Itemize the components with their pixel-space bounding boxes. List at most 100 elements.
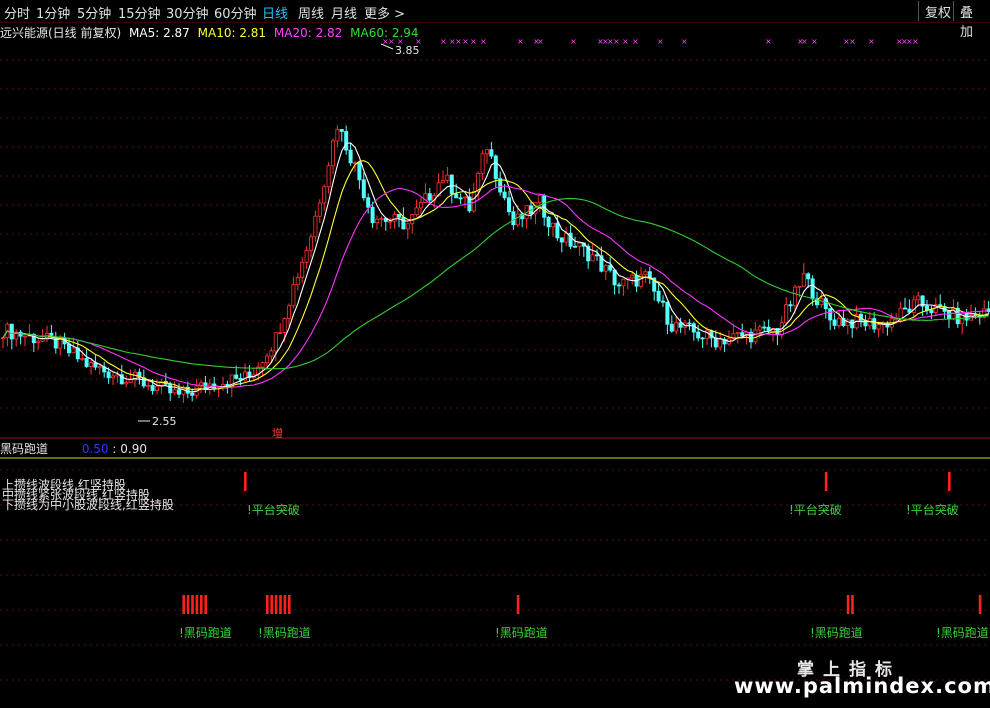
candle-down: [458, 197, 463, 200]
candle-down: [687, 322, 692, 325]
tab-1min[interactable]: 1分钟: [36, 3, 70, 22]
cross-marker: ×: [622, 37, 629, 46]
runway-bar: [270, 595, 273, 614]
candle-up: [295, 277, 300, 286]
tab-15min[interactable]: 15分钟: [118, 3, 161, 22]
runway-bar: [274, 595, 278, 614]
tab-daily[interactable]: 日线: [262, 3, 288, 22]
candle-up: [753, 329, 758, 343]
runway-bar: [266, 595, 269, 614]
candle-down: [555, 222, 560, 239]
candle-up: [440, 180, 445, 184]
candle-down: [608, 265, 613, 271]
cross-marker: ×: [470, 37, 477, 46]
cross-marker: ×: [462, 37, 469, 46]
watermark-url: www.palmindex.com: [734, 674, 990, 698]
runway-label: !黑码跑道: [936, 626, 989, 640]
candle-up: [837, 317, 842, 326]
candle-up: [304, 249, 309, 263]
tab-5min[interactable]: 5分钟: [77, 3, 111, 22]
runway-bar: [182, 595, 185, 614]
overlay-button[interactable]: 叠加: [953, 1, 990, 40]
candle-down: [806, 273, 811, 280]
candle-down: [190, 392, 195, 396]
candle-down: [828, 308, 833, 321]
tab-30min[interactable]: 30分钟: [166, 3, 209, 22]
candle-up: [898, 307, 903, 320]
ma60-value: MA60: 2.94: [350, 26, 419, 40]
runway-bar: [191, 595, 194, 614]
candlestick-chart[interactable]: 3.852.55增× × × × × × × × × × × ×× × ××× × × × × × × ×× × × × × ××…: [0, 0, 990, 708]
cross-marker: ×: [811, 37, 818, 46]
candle-down: [665, 301, 670, 325]
candle-up: [335, 129, 340, 142]
candle-down: [542, 195, 547, 218]
candle-up: [40, 338, 45, 342]
runway-label: !黑码跑道: [495, 626, 548, 640]
stock-title: 远兴能源(日线 前复权): [0, 26, 122, 40]
candle-up: [388, 220, 393, 223]
candle-up: [269, 350, 274, 357]
candle-down: [661, 300, 666, 303]
tab-monthly[interactable]: 月线: [331, 3, 357, 22]
runway-bar: [851, 595, 854, 614]
cross-marker: ×: [613, 37, 620, 46]
sub-panel-title: 黑码跑道: [0, 442, 49, 456]
candle-up: [414, 207, 419, 215]
runway-bar: [288, 595, 291, 614]
candle-down: [502, 191, 507, 199]
candle-up: [643, 271, 648, 276]
tab-more[interactable]: 更多 >: [364, 3, 405, 22]
candle-up: [630, 274, 635, 279]
tab-60min[interactable]: 60分钟: [214, 3, 257, 22]
candle-down: [612, 269, 617, 286]
runway-bar: [279, 595, 282, 614]
cross-marker: ×: [517, 37, 524, 46]
platform-breakout-bar: [244, 472, 247, 491]
candle-down: [67, 343, 72, 354]
runway-bar: [283, 595, 287, 614]
tab-fenshi[interactable]: 分时: [4, 3, 30, 22]
tab-weekly[interactable]: 周线: [298, 3, 324, 22]
platform-breakout-bar: [824, 472, 828, 491]
candle-up: [0, 337, 6, 340]
candle-down: [872, 318, 877, 330]
candle-up: [308, 236, 313, 251]
candle-down: [506, 197, 511, 213]
candle-down: [84, 358, 89, 367]
candle-up: [374, 218, 379, 224]
sub-val2: : 0.90: [112, 442, 147, 456]
candle-down: [832, 319, 837, 326]
candle-down: [366, 197, 371, 208]
platform-breakout-label: !平台突破: [906, 503, 959, 517]
candle-down: [427, 193, 432, 201]
candle-up: [379, 218, 384, 220]
period-toolbar: 分时 1分钟 5分钟 15分钟 30分钟 60分钟 日线 周线 月线 更多 > …: [0, 0, 990, 40]
candle-up: [278, 332, 283, 334]
note-line-3: 下攒线为中小股波段线,红竖持股: [2, 498, 174, 512]
runway-bar: [978, 595, 982, 614]
cross-marker: ×: [849, 37, 856, 46]
candle-down: [493, 155, 498, 180]
cross-marker: ×: [440, 37, 447, 46]
ma5-value: MA5: 2.87: [129, 26, 190, 40]
candle-up: [577, 242, 582, 247]
candle-up: [264, 355, 269, 364]
restore-rights-button[interactable]: 复权: [918, 1, 957, 21]
candle-up: [551, 222, 556, 228]
candle-up: [793, 286, 798, 307]
low-label: 2.55: [152, 415, 177, 428]
cross-marker: ×: [657, 37, 664, 46]
candle-up: [590, 254, 595, 262]
candle-up: [757, 326, 762, 331]
candle-up: [260, 362, 265, 368]
runway-label: !黑码跑道: [179, 626, 232, 640]
candle-down: [669, 323, 674, 332]
candle-down: [656, 290, 661, 302]
candle-up: [146, 385, 151, 387]
candle-down: [106, 371, 111, 379]
candle-up: [515, 213, 520, 226]
candle-up: [89, 362, 94, 367]
candle-down: [903, 307, 908, 310]
candle-down: [449, 174, 454, 195]
